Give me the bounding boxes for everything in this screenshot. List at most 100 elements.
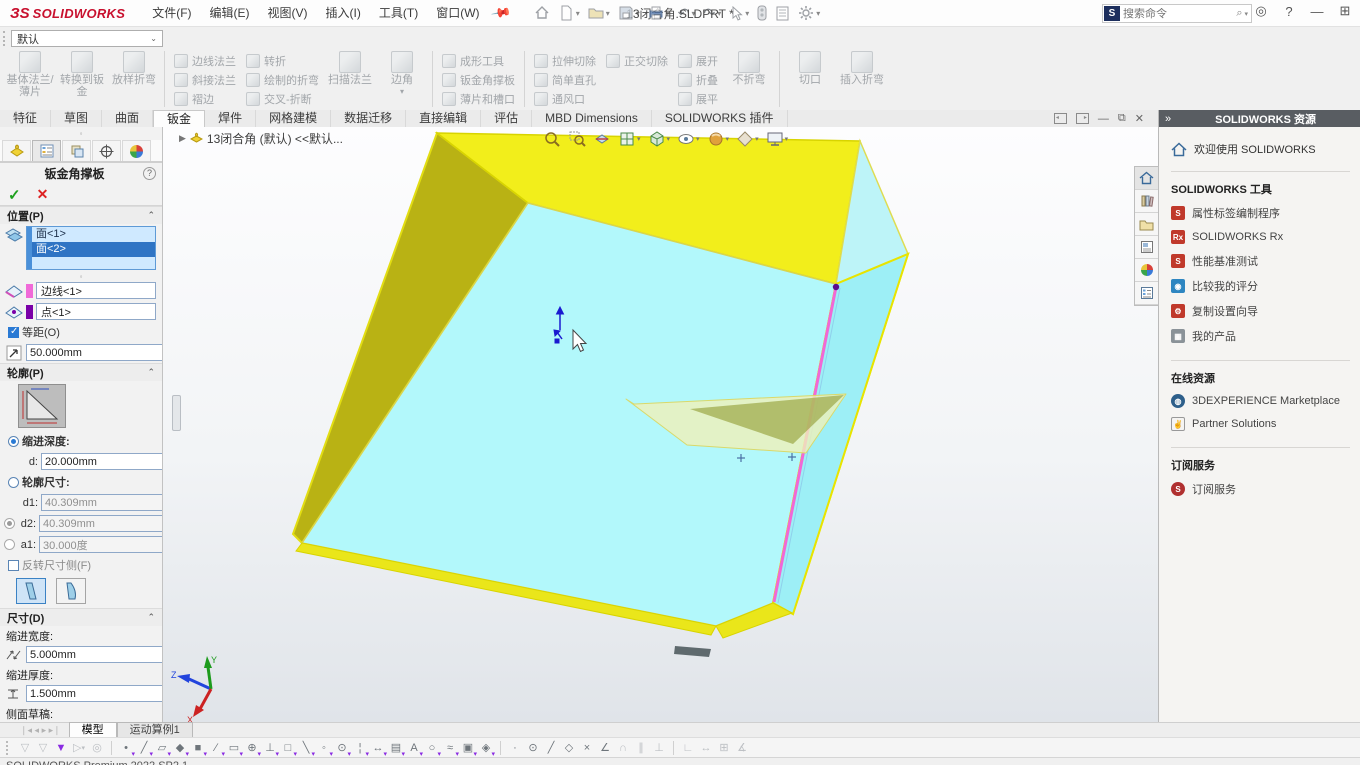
marketplace-link[interactable]: ◍3DEXPERIENCE Marketplace xyxy=(1171,394,1350,408)
profile-dims-radio[interactable] xyxy=(8,477,19,488)
gusset-profile-rounded-back-button[interactable] xyxy=(56,578,86,604)
show-right-pane-button[interactable]: ▸ xyxy=(1076,113,1089,124)
face-item-2[interactable]: 面<2> xyxy=(32,242,155,257)
indent-depth-radio[interactable] xyxy=(8,436,19,447)
doc-close-button[interactable]: ✕ xyxy=(1135,112,1144,125)
offset-distance-input[interactable] xyxy=(27,345,163,360)
corner-button[interactable]: 边角▾ xyxy=(376,49,428,109)
print-button[interactable]: ▾ xyxy=(645,2,673,24)
snap-perpendicular-icon[interactable]: ⊥ xyxy=(650,739,668,757)
open-button[interactable]: ▾ xyxy=(585,2,613,24)
file-explorer-tab[interactable] xyxy=(1135,213,1158,236)
tab-features[interactable]: 特征 xyxy=(0,110,51,127)
tab-data-migration[interactable]: 数据迁移 xyxy=(331,110,406,127)
edge-selection-box[interactable]: 边线<1> xyxy=(36,282,156,299)
indent-width-input[interactable] xyxy=(27,647,163,662)
cross-break-button[interactable]: 交叉-折断 xyxy=(241,89,324,108)
tab-scroll-buttons[interactable]: ❘◂ ◂ ▸ ▸❘ xyxy=(0,725,69,737)
options-button[interactable]: ▾ xyxy=(795,2,823,24)
filter-axes-icon[interactable]: ∕▾ xyxy=(207,739,225,757)
extruded-cut-button[interactable]: 拉伸切除 xyxy=(529,51,601,70)
doc-restore-button[interactable]: ⧉ xyxy=(1118,112,1126,125)
a1-input[interactable] xyxy=(40,537,163,552)
face-item-1[interactable]: 面<1> xyxy=(32,227,155,242)
swept-flange-button[interactable]: 扫描法兰 xyxy=(324,49,376,109)
search-caret-icon[interactable]: ▾ xyxy=(1244,10,1248,18)
new-document-button[interactable]: ▾ xyxy=(555,2,583,24)
filter-faces-icon[interactable]: ▱▾ xyxy=(153,739,171,757)
breadcrumb-expand-icon[interactable]: ▶ xyxy=(179,133,186,144)
depth-input[interactable] xyxy=(42,454,163,469)
subscription-services-link[interactable]: S订阅服务 xyxy=(1171,481,1350,497)
edit-appearance-icon[interactable]: ▾ xyxy=(705,129,732,149)
search-icon[interactable]: ⌕ xyxy=(1236,7,1242,20)
no-bends-button[interactable]: 不折弯 xyxy=(723,49,775,109)
tab-solidworks-addins[interactable]: SOLIDWORKS 插件 xyxy=(652,110,788,127)
tab-mbd-dimensions[interactable]: MBD Dimensions xyxy=(532,110,652,127)
model-tab[interactable]: 模型 xyxy=(69,722,117,737)
show-left-pane-button[interactable]: ◂ xyxy=(1054,113,1067,124)
tab-direct-editing[interactable]: 直接编辑 xyxy=(406,110,481,127)
redo-button[interactable]: ↷▾ xyxy=(701,2,725,24)
snap-tangent-icon[interactable]: ∩ xyxy=(614,739,632,757)
jog-button[interactable]: 转折 xyxy=(241,51,324,70)
filter-midpoints-icon[interactable]: ◦▾ xyxy=(315,739,333,757)
tab-evaluate[interactable]: 评估 xyxy=(481,110,532,127)
sheet-metal-gusset-button[interactable]: 钣金角撑板 xyxy=(437,70,520,89)
display-style-icon[interactable]: ▾ xyxy=(646,129,673,149)
feature-manager-tab[interactable] xyxy=(2,140,31,161)
filter-datums-icon[interactable]: ▣▾ xyxy=(459,739,477,757)
base-flange-button[interactable]: 基体法兰/薄片 xyxy=(4,49,56,109)
lofted-bend-button[interactable]: 放样折弯 xyxy=(108,49,160,109)
property-manager-tab[interactable] xyxy=(32,140,61,161)
zoom-area-icon[interactable] xyxy=(566,129,588,149)
flip-dimension-checkbox[interactable] xyxy=(8,560,19,571)
tab-sketch[interactable]: 草图 xyxy=(51,110,102,127)
apply-scene-icon[interactable]: ▾ xyxy=(734,129,761,149)
filter-annotations-icon[interactable]: ▤▾ xyxy=(387,739,405,757)
configuration-dropdown[interactable]: 默认 ⌄ xyxy=(11,30,163,47)
filter-notes-icon[interactable]: A▾ xyxy=(405,739,423,757)
motion-study-tab[interactable]: 运动算例1 xyxy=(117,722,193,737)
filter-sketch-icon[interactable]: □▾ xyxy=(279,739,297,757)
miter-flange-button[interactable]: 斜接法兰 xyxy=(169,70,241,89)
d2-radio[interactable] xyxy=(4,518,15,529)
filter-origins-icon[interactable]: ⊕▾ xyxy=(243,739,261,757)
clear-all-filters-icon[interactable]: ▽ xyxy=(34,739,52,757)
filter-balloons-icon[interactable]: ○▾ xyxy=(423,739,441,757)
vent-button[interactable]: 通风口 xyxy=(529,89,601,108)
point-selection-box[interactable]: 点<1> xyxy=(36,303,156,320)
tab-and-slot-button[interactable]: 薄片和槽口 xyxy=(437,89,520,108)
solidworks-rx-link[interactable]: RxSOLIDWORKS Rx xyxy=(1171,230,1350,244)
save-button[interactable]: ▾ xyxy=(615,2,643,24)
snap-polygons-icon[interactable]: ◇ xyxy=(560,739,578,757)
graphics-viewport[interactable]: Z Y X ▶ 13闭合角 (默认) <<默认... ▾ ▾ ▾ ▾ ▾ ▾ xyxy=(163,127,1158,722)
filter-vertices-icon[interactable]: •▾ xyxy=(117,739,135,757)
my-products-link[interactable]: ▦我的产品 xyxy=(1171,328,1350,344)
model-3d[interactable]: Z Y X xyxy=(163,127,1158,722)
custom-properties-tab[interactable] xyxy=(1135,282,1158,305)
snap-angles-icon[interactable]: ∠ xyxy=(596,739,614,757)
filter-solid-bodies-icon[interactable]: ■▾ xyxy=(189,739,207,757)
fold-button[interactable]: 折叠 xyxy=(673,70,723,89)
ok-button[interactable]: ✓ xyxy=(8,186,21,204)
partner-solutions-link[interactable]: ✌Partner Solutions xyxy=(1171,417,1350,431)
tab-surfaces[interactable]: 曲面 xyxy=(102,110,153,127)
snap-angle-snap-icon[interactable]: ∡ xyxy=(733,739,751,757)
position-section-header[interactable]: 位置(P)⌃ xyxy=(0,206,162,224)
tab-weldments[interactable]: 焊件 xyxy=(205,110,256,127)
viewport-splitter-handle[interactable] xyxy=(172,395,181,431)
view-palette-tab[interactable] xyxy=(1135,236,1158,259)
search-input[interactable] xyxy=(1123,8,1236,20)
view-orientation-icon[interactable]: ▾ xyxy=(616,129,643,149)
view-settings-icon[interactable]: ▾ xyxy=(764,129,791,149)
configuration-manager-tab[interactable] xyxy=(62,140,91,161)
a1-radio[interactable] xyxy=(4,539,15,550)
convert-to-sheet-metal-button[interactable]: 转换到钣金 xyxy=(56,49,108,109)
dimxpert-manager-tab[interactable] xyxy=(92,140,121,161)
flatten-button[interactable]: 展平 xyxy=(673,89,723,108)
sketched-bend-button[interactable]: 绘制的折弯 xyxy=(241,70,324,89)
indent-thickness-input[interactable] xyxy=(27,686,163,701)
snap-intersections-icon[interactable]: × xyxy=(578,739,596,757)
menu-view[interactable]: 视图(V) xyxy=(259,0,317,27)
